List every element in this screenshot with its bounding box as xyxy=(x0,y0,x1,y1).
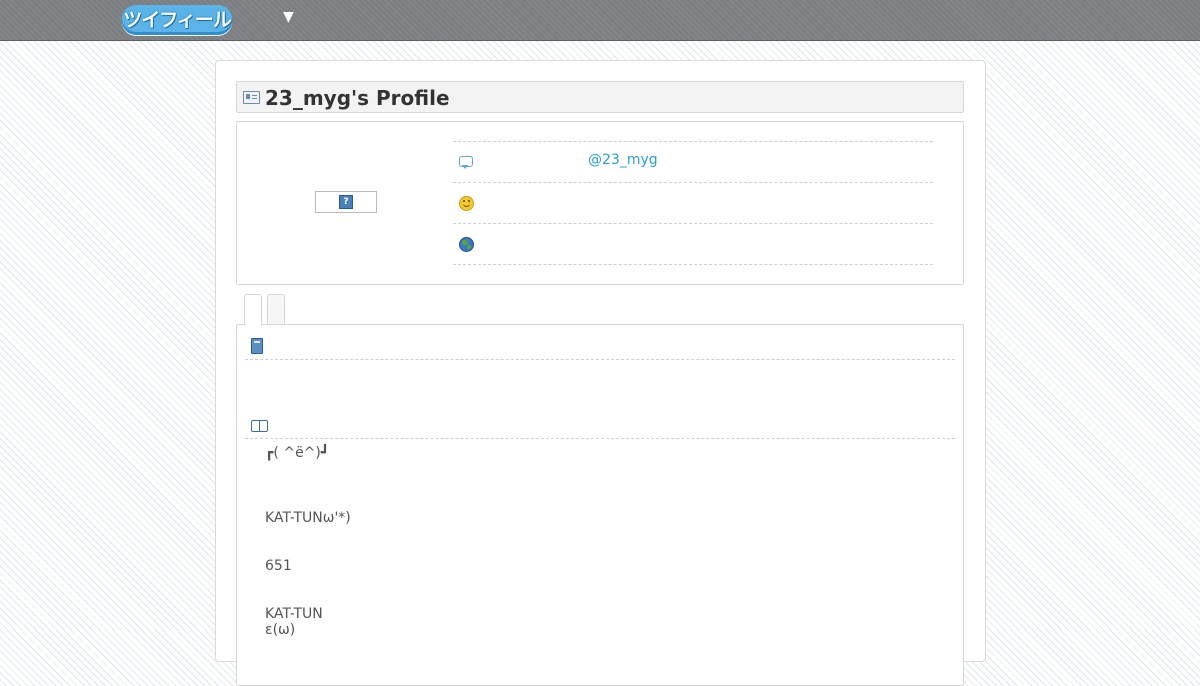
page-title: 23_myg's Profile xyxy=(265,86,450,110)
tab-secondary[interactable] xyxy=(267,294,285,325)
avatar: ? xyxy=(315,191,377,213)
top-navigation-bar: ツイフィール ▼ xyxy=(0,0,1200,41)
id-card-icon xyxy=(243,91,260,104)
tab-profile[interactable] xyxy=(244,294,262,326)
info-row-name xyxy=(453,182,933,223)
section-header-bio xyxy=(245,404,955,439)
bio-line: ┏( ^ë^)┛ xyxy=(265,445,330,461)
bio-line: KAT-TUN xyxy=(265,606,323,622)
book-icon xyxy=(251,338,263,354)
section-header-basic xyxy=(245,325,955,360)
bio-line: 651 xyxy=(265,558,292,574)
bio-text: ┏( ^ë^)┛ KAT-TUNω'*) 651 KAT-TUN ε(ω) xyxy=(265,443,351,638)
info-row-location xyxy=(453,223,933,265)
site-logo[interactable]: ツイフィール xyxy=(122,5,232,35)
smiley-icon xyxy=(459,196,474,211)
comment-icon xyxy=(459,156,473,169)
profile-card: 23_myg's Profile ? @23_myg ┏( ^ë^)┛ KAT-… xyxy=(215,60,986,686)
tab-content: ┏( ^ë^)┛ KAT-TUNω'*) 651 KAT-TUN ε(ω) xyxy=(236,324,964,686)
bio-line: KAT-TUNω'*) xyxy=(265,510,351,526)
open-book-icon xyxy=(251,420,268,432)
broken-image-icon: ? xyxy=(339,195,353,209)
menu-dropdown-toggle[interactable]: ▼ xyxy=(283,9,294,25)
profile-title-bar: 23_myg's Profile xyxy=(236,81,964,113)
screen-name-link[interactable]: @23_myg xyxy=(588,152,658,168)
profile-info-box: ? @23_myg xyxy=(236,121,964,285)
info-row-screen-name: @23_myg xyxy=(453,141,933,182)
bio-line: ε(ω) xyxy=(265,622,296,638)
globe-icon xyxy=(459,237,474,252)
